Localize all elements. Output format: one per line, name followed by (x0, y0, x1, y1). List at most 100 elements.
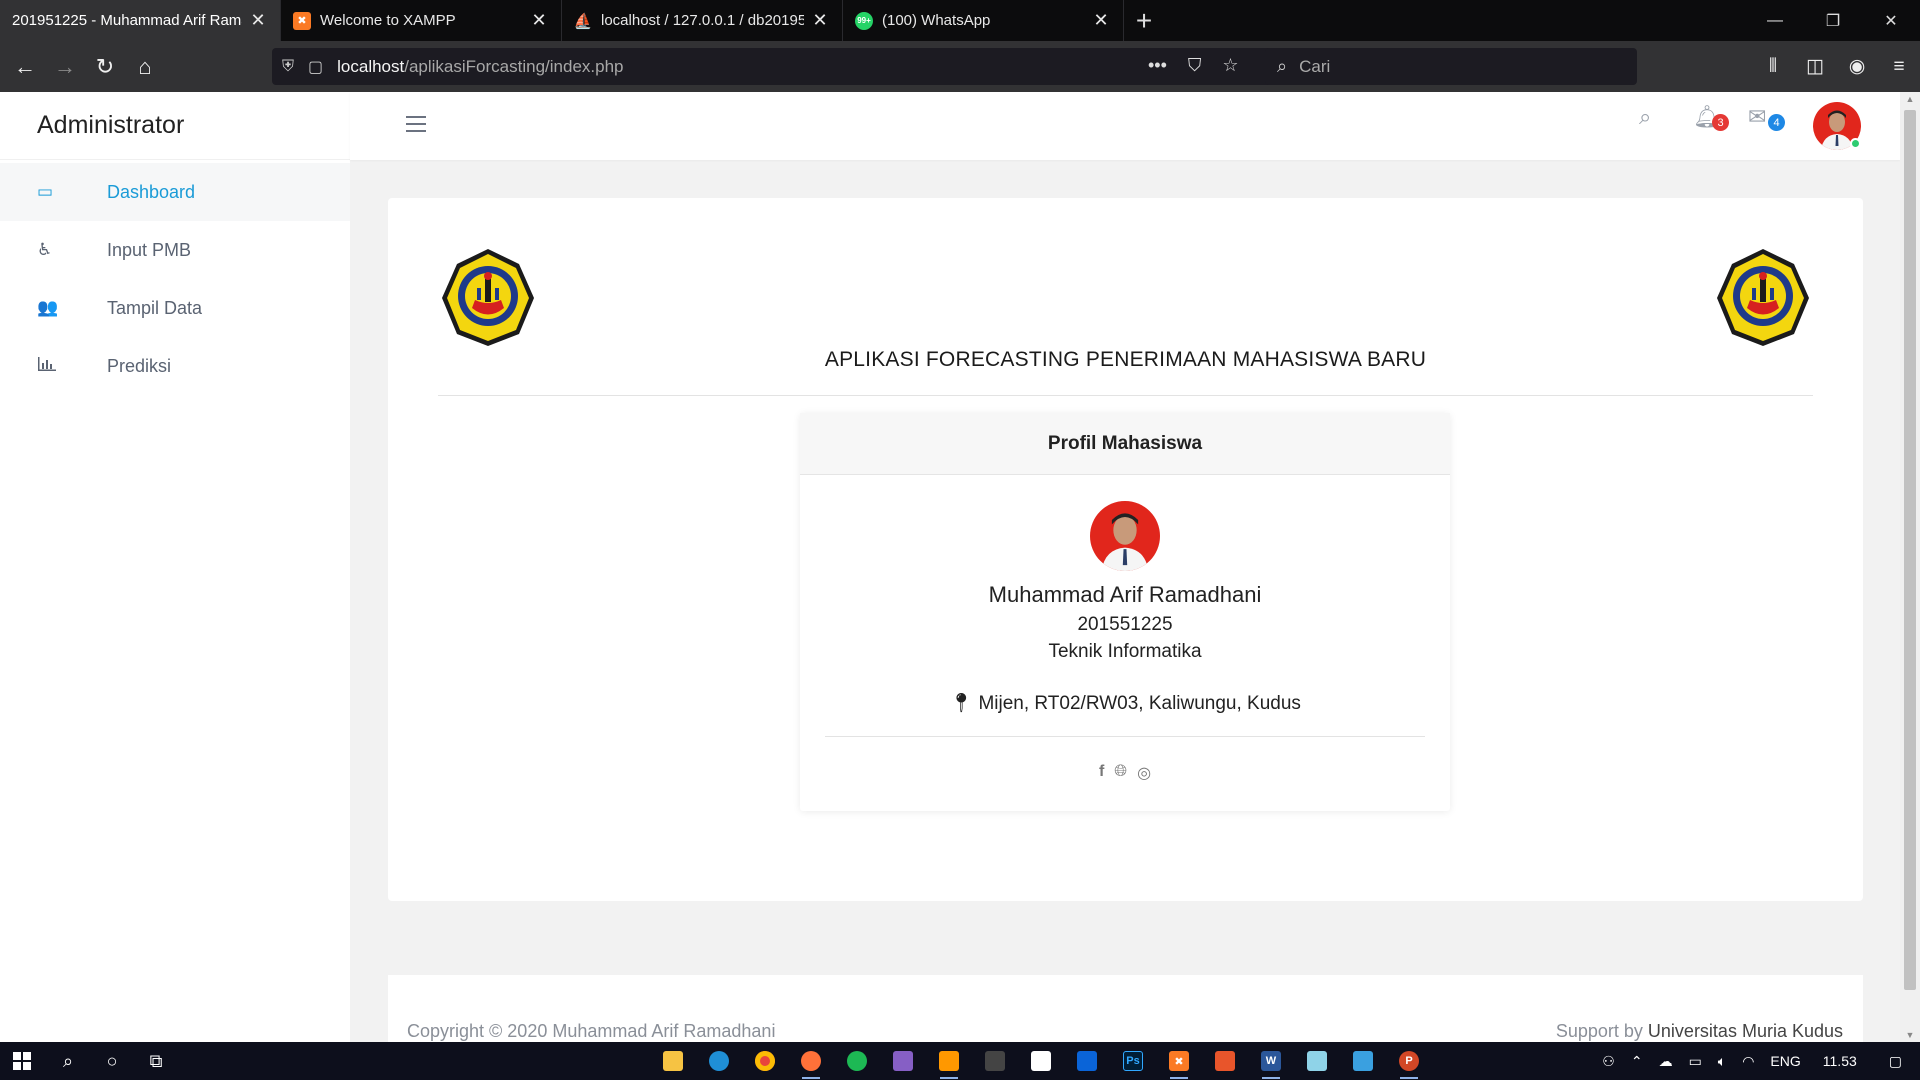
scroll-down-icon[interactable]: ▼ (1900, 1030, 1920, 1040)
profile-address: 📍︎ Mijen, RT02/RW03, Kaliwungu, Kudus (800, 691, 1450, 715)
mail-icon[interactable] (1064, 1042, 1110, 1080)
messages-icon[interactable]: ✉ (1748, 104, 1766, 130)
instagram-icon[interactable]: ◎ (1137, 763, 1151, 783)
visual-studio-icon[interactable] (880, 1042, 926, 1080)
globe-icon[interactable]: 🌐︎ (1114, 763, 1127, 783)
sidebar-item-input-pmb[interactable]: ♿ Input PMB (0, 221, 350, 279)
unity-icon[interactable] (972, 1042, 1018, 1080)
footer-support: Support by Universitas Muria Kudus (1556, 1021, 1843, 1042)
people-icon[interactable]: ⚇ (1594, 1053, 1623, 1070)
restore-icon[interactable]: ❐ (1804, 0, 1862, 41)
sidebar-toggle-icon[interactable]: ◫ (1794, 55, 1836, 78)
tab-title: (100) WhatsApp (882, 12, 991, 29)
action-center-icon[interactable]: ▢ (1871, 1053, 1920, 1070)
footer-support-link[interactable]: Universitas Muria Kudus (1648, 1021, 1843, 1041)
office-icon[interactable] (1202, 1042, 1248, 1080)
sidebar-item-dashboard[interactable]: ▭ Dashboard (0, 163, 350, 221)
profile-address-text: Mijen, RT02/RW03, Kaliwungu, Kudus (978, 693, 1301, 714)
tab-close-icon[interactable]: ✕ (810, 10, 830, 31)
paint-icon[interactable] (1340, 1042, 1386, 1080)
sidebar-item-label: Tampil Data (107, 297, 203, 318)
profile-divider (825, 736, 1425, 737)
search-icon[interactable]: ⌕ (46, 1042, 90, 1080)
search-placeholder: Cari (1299, 56, 1331, 76)
firefox-icon[interactable] (788, 1042, 834, 1080)
menu-icon[interactable]: ≡ (1878, 56, 1920, 78)
windows-taskbar: ⌕ ○ ⧉ Ps ✖ W P ⚇ ⌃ ☁ ▭ 🔈︎ ◠ ENG 11.53 ▢ (0, 1042, 1920, 1080)
map-marker-icon: 📍︎ (949, 693, 974, 714)
browser-tab-phpmyadmin[interactable]: ⛵ localhost / 127.0.0.1 / db20195 ✕ (562, 0, 843, 41)
facebook-icon[interactable]: f (1099, 763, 1104, 783)
tab-title: Welcome to XAMPP (320, 12, 456, 29)
url-path: /aplikasiForcasting/index.php (404, 56, 624, 76)
notepad-icon[interactable] (1294, 1042, 1340, 1080)
sidebar-item-label: Dashboard (107, 181, 196, 202)
task-view-icon[interactable]: ⧉ (134, 1042, 178, 1080)
word-icon[interactable]: W (1248, 1042, 1294, 1080)
profile-card: Profil Mahasiswa Muhammad Arif Ramadhani… (800, 413, 1450, 811)
tracking-shield-icon[interactable]: ⛨ (282, 58, 294, 76)
show-hidden-icons[interactable]: ⌃ (1623, 1053, 1651, 1070)
profile-avatar (1090, 501, 1160, 571)
reload-icon[interactable]: ↻ (85, 47, 125, 87)
page-scrollbar[interactable]: ▲ ▼ (1900, 92, 1920, 1042)
title-divider (438, 395, 1813, 396)
hamburger-menu-icon[interactable] (406, 116, 426, 132)
volume-icon[interactable]: 🔈︎ (1710, 1053, 1734, 1070)
home-icon[interactable]: ⌂ (125, 47, 165, 87)
new-tab-button[interactable]: + (1124, 0, 1164, 41)
page-info-icon[interactable]: ▢ (308, 57, 323, 77)
chrome-icon[interactable] (742, 1042, 788, 1080)
clock[interactable]: 11.53 (1809, 1053, 1871, 1069)
page-title: APLIKASI FORECASTING PENERIMAAN MAHASISW… (824, 348, 1427, 371)
browser-tab-active[interactable]: 201951225 - Muhammad Arif Rama ✕ (0, 0, 281, 41)
page-actions-icon[interactable]: ••• (1148, 55, 1167, 76)
file-explorer-icon[interactable] (650, 1042, 696, 1080)
profile-name: Muhammad Arif Ramadhani (988, 582, 1262, 607)
online-status-dot (1850, 138, 1861, 149)
messages-count-badge: 4 (1768, 114, 1785, 131)
close-window-icon[interactable]: ✕ (1862, 0, 1920, 41)
main-card: APLIKASI FORECASTING PENERIMAAN MAHASISW… (388, 198, 1863, 901)
wheelchair-icon: ♿ (37, 240, 53, 259)
footer-copyright: Copyright © 2020 Muhammad Arif Ramadhani (407, 1021, 776, 1041)
spotify-icon[interactable] (834, 1042, 880, 1080)
browser-tab-whatsapp[interactable]: 99+ (100) WhatsApp ✕ (843, 0, 1124, 41)
search-bar[interactable]: ⌕ Cari (1265, 48, 1637, 85)
url-host: localhost (337, 56, 405, 76)
whatsapp-icon: 99+ (855, 11, 873, 30)
language-indicator[interactable]: ENG (1762, 1053, 1808, 1069)
scrollbar-thumb[interactable] (1904, 110, 1916, 990)
notification-count-badge: 3 (1712, 114, 1729, 131)
account-icon[interactable]: ◉ (1836, 55, 1878, 78)
library-icon[interactable]: ⫴ (1752, 56, 1794, 78)
onedrive-icon[interactable]: ☁ (1651, 1053, 1681, 1070)
battery-icon[interactable]: ▭ (1681, 1053, 1710, 1070)
powerpoint-icon[interactable]: P (1386, 1042, 1432, 1080)
pocket-icon[interactable]: ⛉ (1188, 55, 1202, 76)
cortana-icon[interactable]: ○ (90, 1042, 134, 1080)
sidebar-item-prediksi[interactable]: Prediksi (0, 337, 350, 395)
minimize-icon[interactable]: — (1746, 0, 1804, 41)
sidebar-item-tampil-data[interactable]: 👥 Tampil Data (0, 279, 350, 337)
tab-close-icon[interactable]: ✕ (529, 10, 549, 31)
users-icon: 👥 (37, 298, 59, 317)
sublime-text-icon[interactable] (926, 1042, 972, 1080)
bookmark-star-icon[interactable]: ☆ (1222, 55, 1238, 76)
xampp-icon[interactable]: ✖ (1156, 1042, 1202, 1080)
browser-tab-xampp[interactable]: ✖ Welcome to XAMPP ✕ (281, 0, 562, 41)
scroll-up-icon[interactable]: ▲ (1900, 94, 1920, 104)
forward-icon[interactable]: → (45, 47, 85, 87)
photoshop-icon[interactable]: Ps (1110, 1042, 1156, 1080)
tab-close-icon[interactable]: ✕ (248, 10, 268, 31)
profile-study-program: Teknik Informatika (1048, 641, 1202, 662)
footer-support-prefix: Support by (1555, 1021, 1648, 1041)
wifi-icon[interactable]: ◠ (1734, 1053, 1762, 1070)
back-icon[interactable]: ← (5, 47, 45, 87)
edge-icon[interactable] (696, 1042, 742, 1080)
tab-close-icon[interactable]: ✕ (1091, 10, 1111, 31)
profile-card-header: Profil Mahasiswa (800, 413, 1450, 475)
search-icon[interactable]: ⌕ (1639, 104, 1651, 130)
store-icon[interactable] (1018, 1042, 1064, 1080)
windows-start-icon[interactable] (0, 1042, 44, 1080)
